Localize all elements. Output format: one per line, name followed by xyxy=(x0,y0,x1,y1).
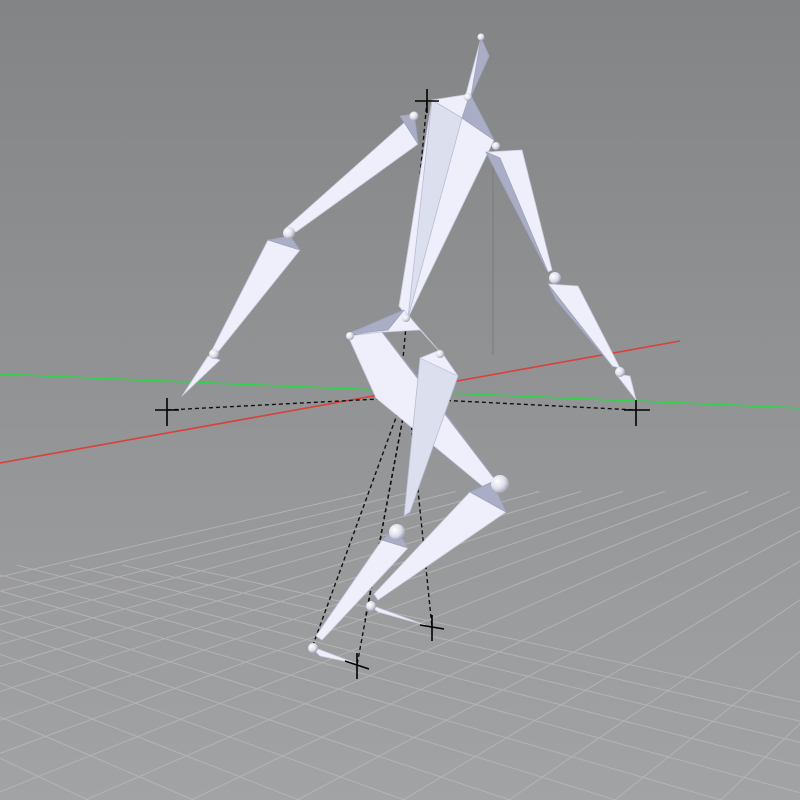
viewport-scene[interactable] xyxy=(0,0,800,800)
left-wrist-joint[interactable] xyxy=(209,349,219,359)
left-shoulder-joint[interactable] xyxy=(409,111,419,121)
right-wrist-joint[interactable] xyxy=(615,367,625,377)
left-hip-joint[interactable] xyxy=(346,332,354,340)
right-elbow-joint[interactable] xyxy=(549,272,561,284)
left-elbow-joint[interactable] xyxy=(283,227,295,239)
left-knee-joint[interactable] xyxy=(491,475,509,493)
neck-joint[interactable] xyxy=(464,93,472,101)
right-knee-joint[interactable] xyxy=(389,524,405,540)
hip-joint[interactable] xyxy=(402,314,410,322)
right-hip-joint[interactable] xyxy=(436,350,444,358)
3d-viewport[interactable] xyxy=(0,0,800,800)
right-shoulder-joint[interactable] xyxy=(492,142,500,150)
right-ankle-joint[interactable] xyxy=(308,643,318,653)
left-ankle-joint[interactable] xyxy=(366,601,376,611)
head-joint[interactable] xyxy=(477,33,485,41)
